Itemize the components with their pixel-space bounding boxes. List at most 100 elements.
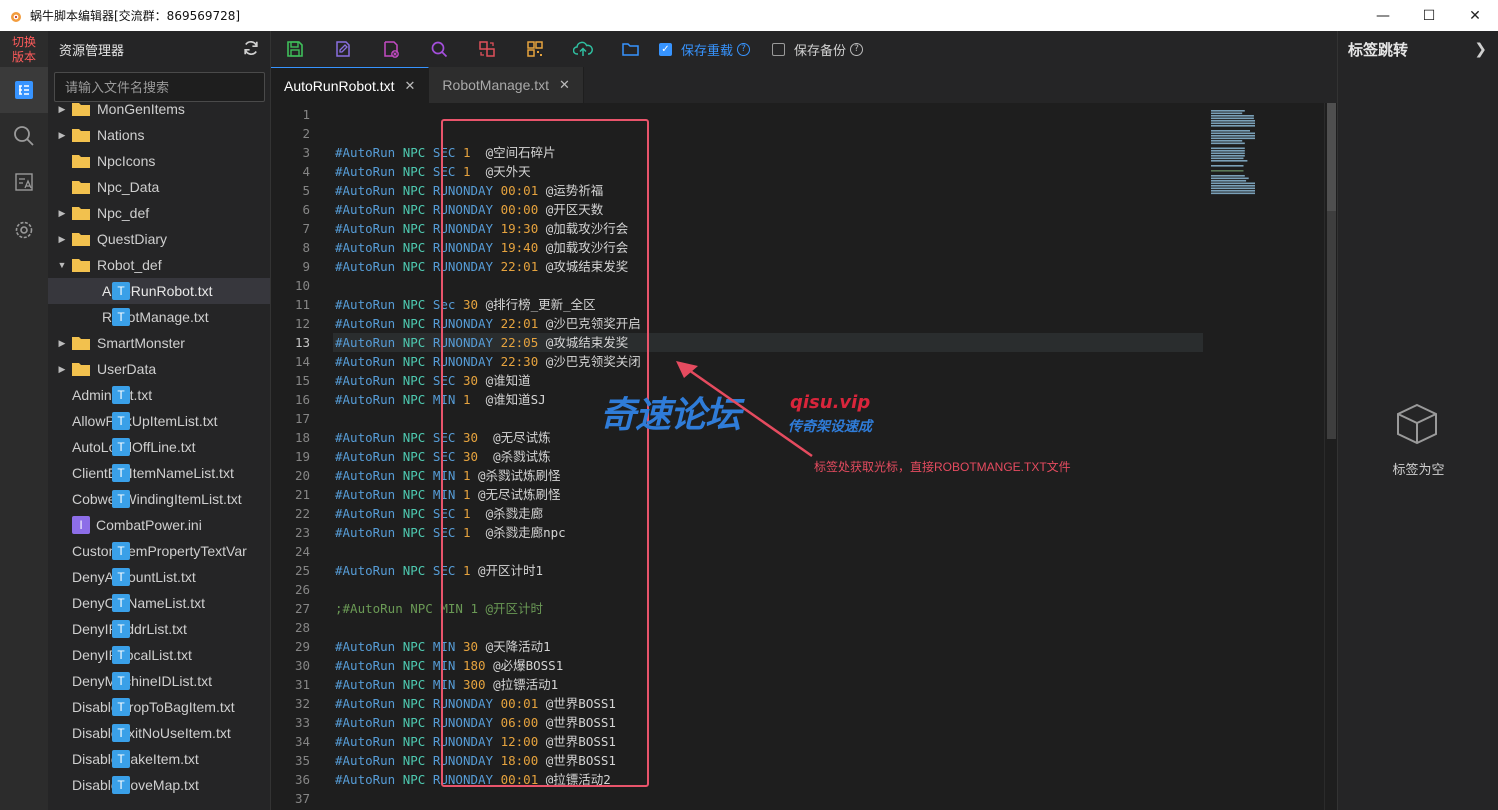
scrollbar-track-region [1327, 211, 1336, 439]
tree-file[interactable]: T ClientEatItemNameList.txt [48, 460, 270, 486]
tree-file[interactable]: T DisableMoveMap.txt [48, 772, 270, 798]
code-line[interactable]: 13 #AutoRun NPC RUNONDAY 22:05 @攻城结束发奖 [271, 333, 1324, 352]
explorer-activity-button[interactable] [0, 67, 48, 113]
find-button[interactable] [415, 31, 463, 67]
tree-file[interactable]: T RobotManage.txt [48, 304, 270, 330]
chevron-right-icon[interactable]: ❯ [1474, 40, 1487, 58]
tree-file[interactable]: T AllowPickUpItemList.txt [48, 408, 270, 434]
line-number: 7 [302, 221, 310, 236]
tree-file[interactable]: T DenyIPLocalList.txt [48, 642, 270, 668]
code-line[interactable]: 34 #AutoRun NPC RUNONDAY 12:00 @世界BOSS1 [271, 732, 1324, 751]
code-line[interactable]: 36 #AutoRun NPC RUNONDAY 00:01 @拉镖活动2 [271, 770, 1324, 789]
code-line[interactable]: 29 #AutoRun NPC MIN 30 @天降活动1 [271, 637, 1324, 656]
settings-activity-button[interactable] [0, 207, 48, 253]
tree-item-label: MonGenItems [97, 101, 185, 117]
code-line[interactable]: 20 #AutoRun NPC MIN 1 @杀戮试炼刷怪 [271, 466, 1324, 485]
switch-version-button[interactable]: 切换 版本 [0, 35, 48, 65]
folder-icon [72, 207, 90, 220]
code-line[interactable]: 26 [271, 580, 1324, 599]
maximize-button[interactable]: ☐ [1406, 0, 1452, 31]
tree-file[interactable]: I CombatPower.ini [48, 512, 270, 538]
help-icon[interactable]: ? [737, 42, 751, 56]
tree-folder[interactable]: NpcIcons [48, 148, 270, 174]
close-window-button[interactable]: ✕ [1452, 0, 1498, 31]
code-line[interactable]: 1 [271, 105, 1324, 124]
tree-folder[interactable]: ▶ Nations [48, 122, 270, 148]
code-line[interactable]: 27 ;#AutoRun NPC MIN 1 @开区计时 [271, 599, 1324, 618]
replace-button[interactable] [463, 31, 511, 67]
code-line[interactable]: 23 #AutoRun NPC SEC 1 @杀戮走廊npc [271, 523, 1324, 542]
tree-folder[interactable]: ▶ Npc_def [48, 200, 270, 226]
tree-file[interactable]: T DenyMachineIDList.txt [48, 668, 270, 694]
tree-folder[interactable]: ▶ QuestDiary [48, 226, 270, 252]
tree-file[interactable]: TDenyIPAddrList.txt [48, 616, 270, 642]
close-file-button[interactable] [367, 31, 415, 67]
tree-file[interactable]: T DisableExitNoUseItem.txt [48, 720, 270, 746]
close-tab-icon[interactable]: ✕ [559, 77, 570, 93]
tree-file[interactable]: T AutoRunRobot.txt [48, 278, 270, 304]
code-line[interactable]: 28 [271, 618, 1324, 637]
upload-button[interactable] [559, 31, 607, 67]
edit-button[interactable] [319, 31, 367, 67]
refresh-icon[interactable] [242, 39, 260, 57]
code-line[interactable]: 30 #AutoRun NPC MIN 180 @必爆BOSS1 [271, 656, 1324, 675]
code-line[interactable]: 35 #AutoRun NPC RUNONDAY 18:00 @世界BOSS1 [271, 751, 1324, 770]
tree-file[interactable]: T DenyAccountList.txt [48, 564, 270, 590]
txt-file-icon: T [112, 412, 130, 430]
editor-tab[interactable]: AutoRunRobot.txt ✕ [271, 67, 430, 103]
tree-folder[interactable]: ▶ MonGenItems [48, 100, 270, 122]
code-line[interactable]: 9 #AutoRun NPC RUNONDAY 22:01 @攻城结束发奖 [271, 257, 1324, 276]
code-line[interactable]: 24 [271, 542, 1324, 561]
code-line[interactable]: 21 #AutoRun NPC MIN 1 @无尽试炼刷怪 [271, 485, 1324, 504]
tree-file[interactable]: T DisableMakeItem.txt [48, 746, 270, 772]
tree-folder[interactable]: ▶ UserData [48, 356, 270, 382]
code-line[interactable]: 5 #AutoRun NPC RUNONDAY 00:01 @运势祈福 [271, 181, 1324, 200]
file-search-input[interactable] [54, 72, 265, 102]
open-folder-button[interactable] [607, 31, 655, 67]
tree-file[interactable]: T CustomItemPropertyTextVar [48, 538, 270, 564]
code-line[interactable]: 6 #AutoRun NPC RUNONDAY 00:00 @开区天数 [271, 200, 1324, 219]
tree-item-label: DenyIPLocalList.txt [72, 647, 192, 663]
save-button[interactable] [271, 31, 319, 67]
code-line[interactable]: 2 [271, 124, 1324, 143]
scrollbar-thumb[interactable] [1327, 103, 1336, 211]
search-activity-button[interactable] [0, 113, 48, 159]
font-activity-button[interactable] [0, 159, 48, 205]
code-line[interactable]: 3 #AutoRun NPC SEC 1 @空间石碎片 [271, 143, 1324, 162]
code-line[interactable]: 37 [271, 789, 1324, 808]
tree-file[interactable]: T CobwebWindingItemList.txt [48, 486, 270, 512]
close-tab-icon[interactable]: ✕ [405, 78, 416, 94]
checkbox-unchecked-icon [772, 42, 786, 56]
code-line[interactable]: 31 #AutoRun NPC MIN 300 @拉镖活动1 [271, 675, 1324, 694]
code-line[interactable]: 10 [271, 276, 1324, 295]
editor-tab[interactable]: RobotManage.txt ✕ [429, 67, 584, 103]
save-reload-checkbox[interactable]: ✓ 保存重载 ? [659, 40, 751, 59]
help-icon[interactable]: ? [850, 42, 864, 56]
tree-item-label: NpcIcons [97, 153, 156, 169]
tree-folder[interactable]: Npc_Data [48, 174, 270, 200]
minimize-button[interactable]: — [1360, 0, 1406, 31]
code-line[interactable]: 33 #AutoRun NPC RUNONDAY 06:00 @世界BOSS1 [271, 713, 1324, 732]
editor-scrollbar[interactable] [1324, 103, 1337, 810]
line-number: 21 [294, 487, 310, 502]
minimap[interactable] [1209, 103, 1269, 223]
code-line[interactable]: 12 #AutoRun NPC RUNONDAY 22:01 @沙巴克领奖开启 [271, 314, 1324, 333]
tree-folder[interactable]: ▶ SmartMonster [48, 330, 270, 356]
save-backup-checkbox[interactable]: 保存备份 ? [772, 40, 864, 59]
code-line[interactable]: 11 #AutoRun NPC Sec 30 @排行榜_更新_全区 [271, 295, 1324, 314]
tree-file[interactable]: TAdminList.txt [48, 382, 270, 408]
code-line[interactable]: 4 #AutoRun NPC SEC 1 @天外天 [271, 162, 1324, 181]
tree-file[interactable]: T AutoLoadOffLine.txt [48, 434, 270, 460]
code-line[interactable]: 7 #AutoRun NPC RUNONDAY 19:30 @加载攻沙行会 [271, 219, 1324, 238]
code-line[interactable]: 8 #AutoRun NPC RUNONDAY 19:40 @加载攻沙行会 [271, 238, 1324, 257]
code-line[interactable]: 22 #AutoRun NPC SEC 1 @杀戮走廊 [271, 504, 1324, 523]
code-line[interactable]: 32 #AutoRun NPC RUNONDAY 00:01 @世界BOSS1 [271, 694, 1324, 713]
code-line[interactable]: 25 #AutoRun NPC SEC 1 @开区计时1 [271, 561, 1324, 580]
tree-file[interactable]: T DisableDropToBagItem.txt [48, 694, 270, 720]
tree-file[interactable]: T DenyChrNameList.txt [48, 590, 270, 616]
tree-folder[interactable]: ▼ Robot_def [48, 252, 270, 278]
qrcode-button[interactable] [511, 31, 559, 67]
gear-icon [15, 221, 33, 239]
